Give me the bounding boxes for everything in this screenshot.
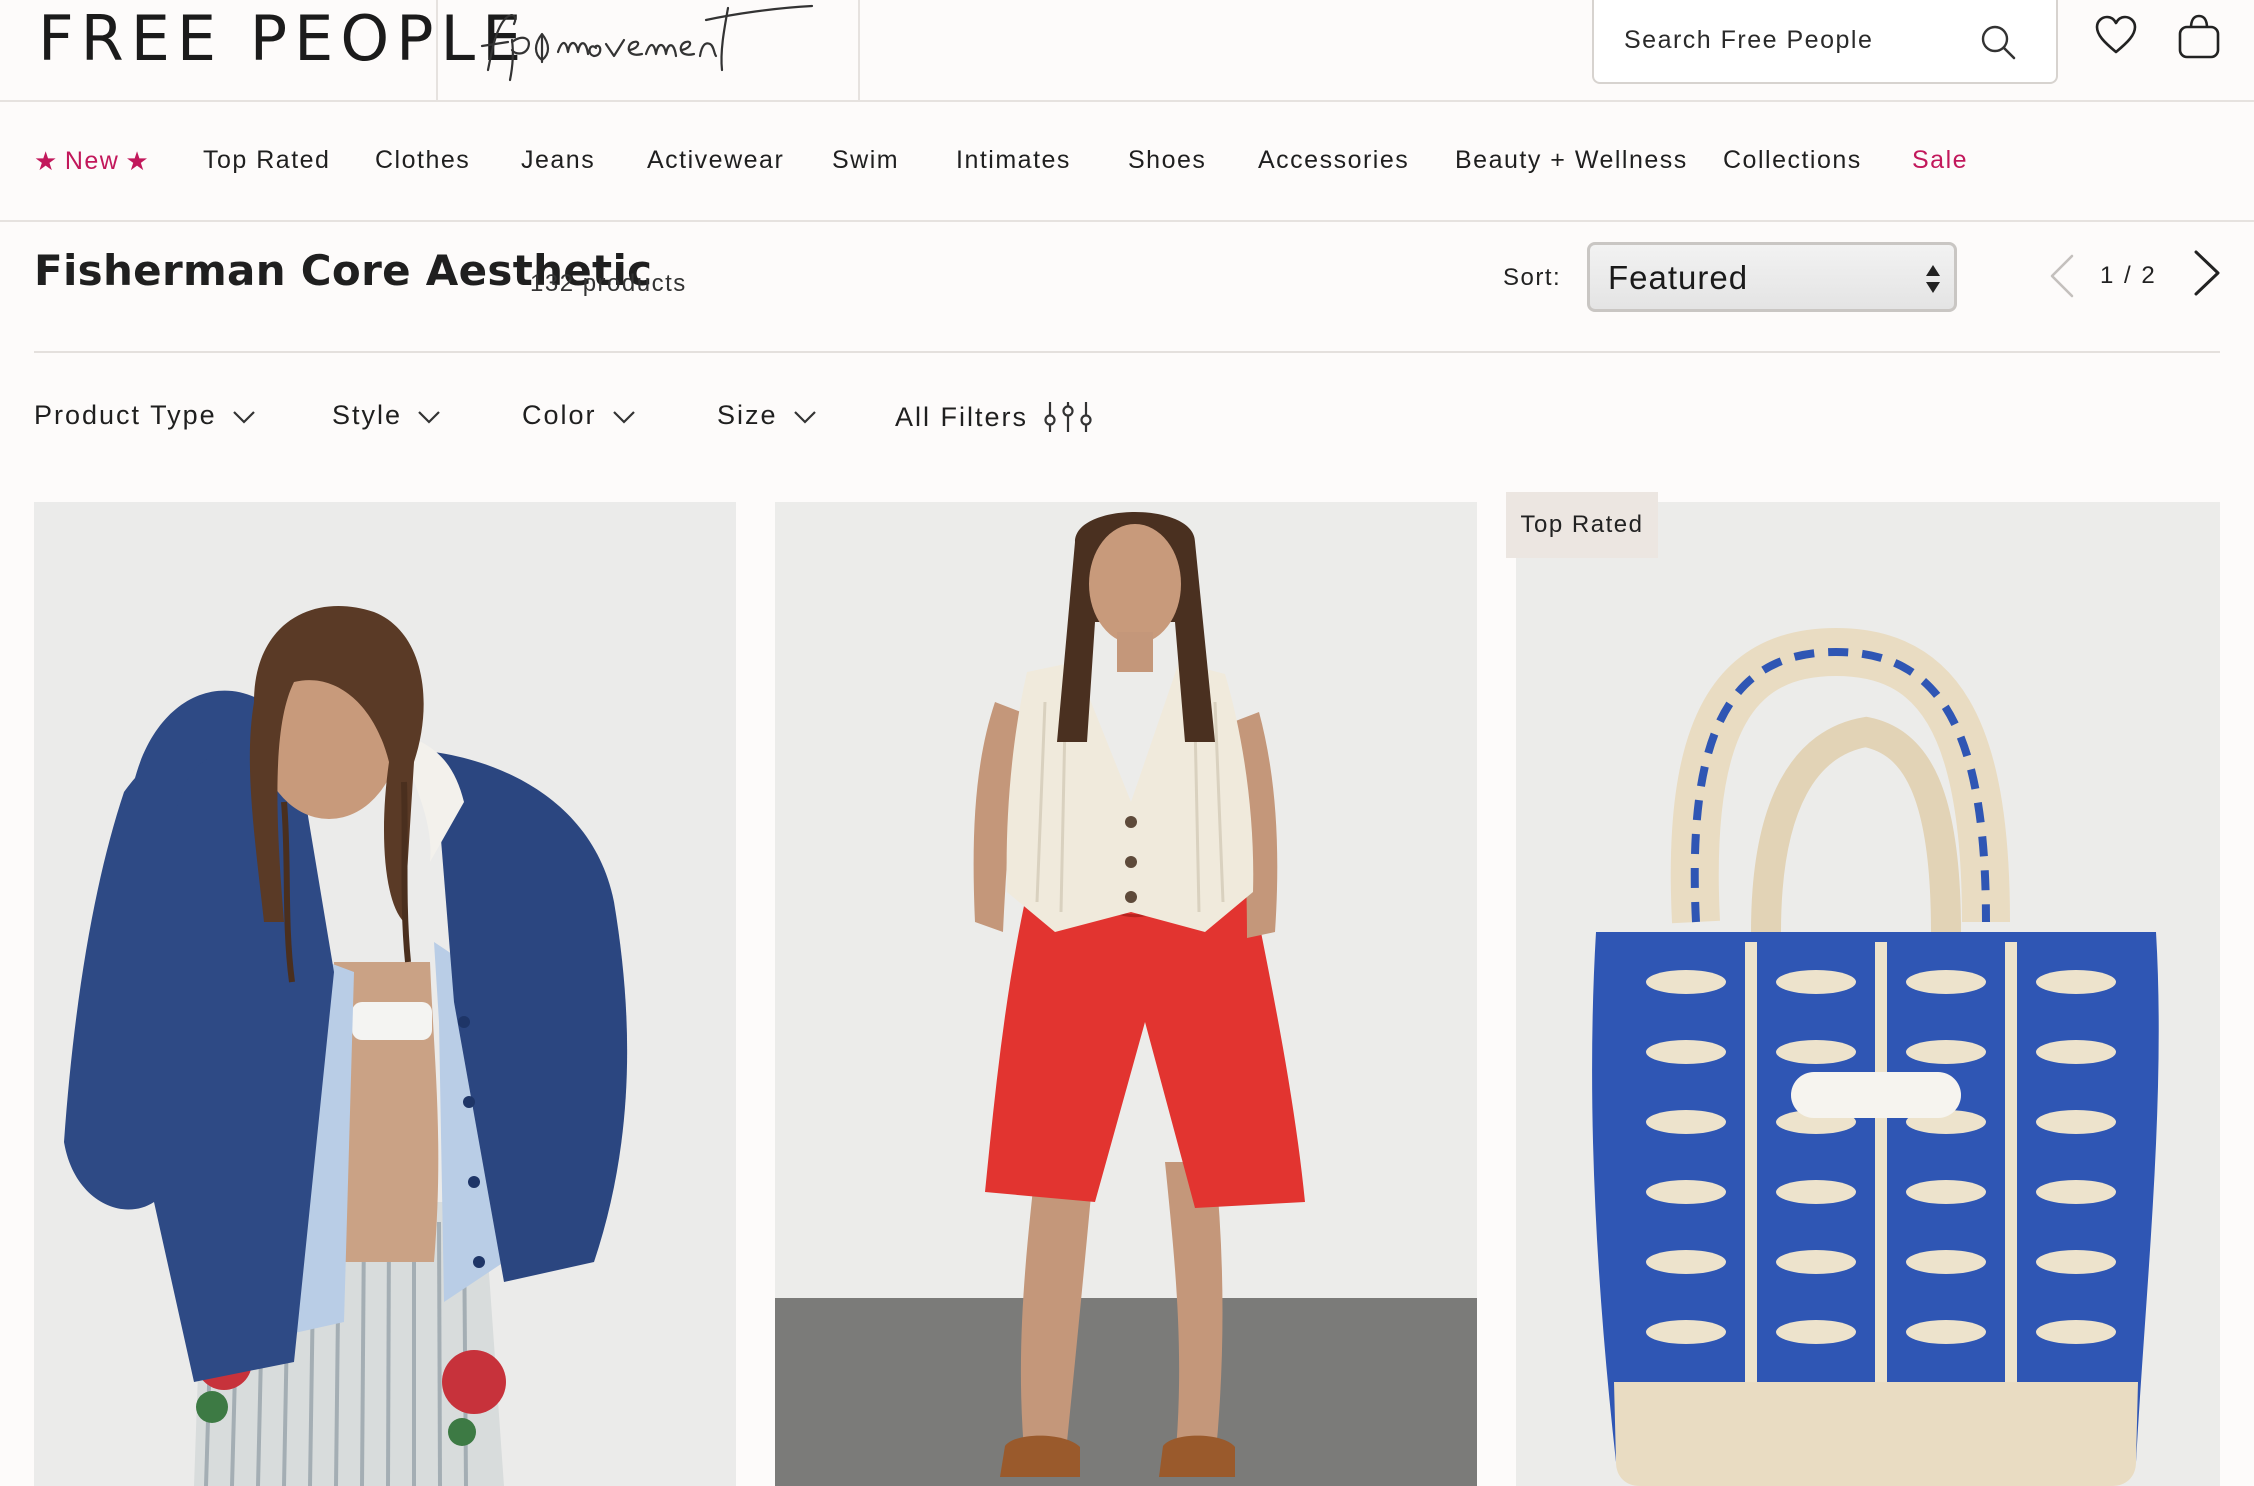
search-icon[interactable] <box>1978 22 2018 62</box>
sort-select[interactable]: Featured <box>1587 242 1957 312</box>
sort-label: Sort: <box>1503 264 1562 291</box>
next-page-icon[interactable] <box>2190 248 2224 298</box>
select-arrows-icon <box>1926 265 1940 293</box>
nav-item-jeans[interactable]: Jeans <box>521 146 595 175</box>
main-nav: ★ New ★ Top Rated Clothes Jeans Activewe… <box>0 102 2254 222</box>
product-card[interactable] <box>34 502 736 1486</box>
nav-item-shoes[interactable]: Shoes <box>1128 146 1206 175</box>
site-header: FREE PEOPLE <box>0 0 2254 102</box>
fp-movement-tab[interactable] <box>436 0 860 102</box>
fp-movement-logo <box>480 4 814 82</box>
product-card[interactable] <box>1516 502 2220 1486</box>
filter-label: All Filters <box>895 401 1029 432</box>
filter-color[interactable]: Color <box>522 400 637 431</box>
nav-item-top-rated[interactable]: Top Rated <box>203 146 330 175</box>
chevron-down-icon <box>612 410 635 424</box>
filter-label: Color <box>522 400 597 430</box>
filter-label: Style <box>332 400 403 430</box>
nav-item-intimates[interactable]: Intimates <box>956 146 1071 175</box>
sort-selected-value: Featured <box>1608 259 1749 296</box>
filter-label: Product Type <box>34 400 217 430</box>
nav-item-collections[interactable]: Collections <box>1723 146 1862 175</box>
nav-item-beauty-wellness[interactable]: Beauty + Wellness <box>1455 146 1688 175</box>
product-image[interactable] <box>775 502 1477 1486</box>
filter-product-type[interactable]: Product Type <box>34 400 257 431</box>
product-image[interactable] <box>1516 502 2220 1486</box>
nav-item-sale[interactable]: Sale <box>1912 146 1968 175</box>
toolbar-divider <box>34 351 2220 353</box>
top-rated-badge: Top Rated <box>1506 492 1658 558</box>
nav-item-clothes[interactable]: Clothes <box>375 146 470 175</box>
filter-size[interactable]: Size <box>717 400 818 431</box>
star-icon: ★ <box>125 146 151 176</box>
sliders-icon <box>1044 402 1092 432</box>
chevron-down-icon <box>793 410 816 424</box>
filter-all-filters[interactable]: All Filters <box>895 400 1094 434</box>
previous-page-icon[interactable] <box>2046 252 2078 300</box>
search-box <box>1592 0 2058 84</box>
nav-item-accessories[interactable]: Accessories <box>1258 146 1409 175</box>
nav-item-label: New <box>64 147 120 175</box>
filter-style[interactable]: Style <box>332 400 442 431</box>
nav-item-swim[interactable]: Swim <box>832 146 899 175</box>
chevron-down-icon <box>418 410 440 424</box>
heart-icon[interactable] <box>2094 14 2138 58</box>
nav-item-activewear[interactable]: Activewear <box>647 146 784 175</box>
product-count: 132 products <box>530 270 687 297</box>
filter-label: Size <box>717 400 778 430</box>
product-image[interactable] <box>34 502 736 1486</box>
search-input[interactable] <box>1624 0 1964 80</box>
star-icon: ★ <box>34 146 59 176</box>
page-indicator: 1 / 2 <box>2100 262 2157 289</box>
chevron-down-icon <box>232 410 255 424</box>
nav-item-new[interactable]: ★ New ★ <box>34 146 150 177</box>
bag-icon[interactable] <box>2176 12 2222 60</box>
product-card[interactable] <box>775 502 1477 1486</box>
